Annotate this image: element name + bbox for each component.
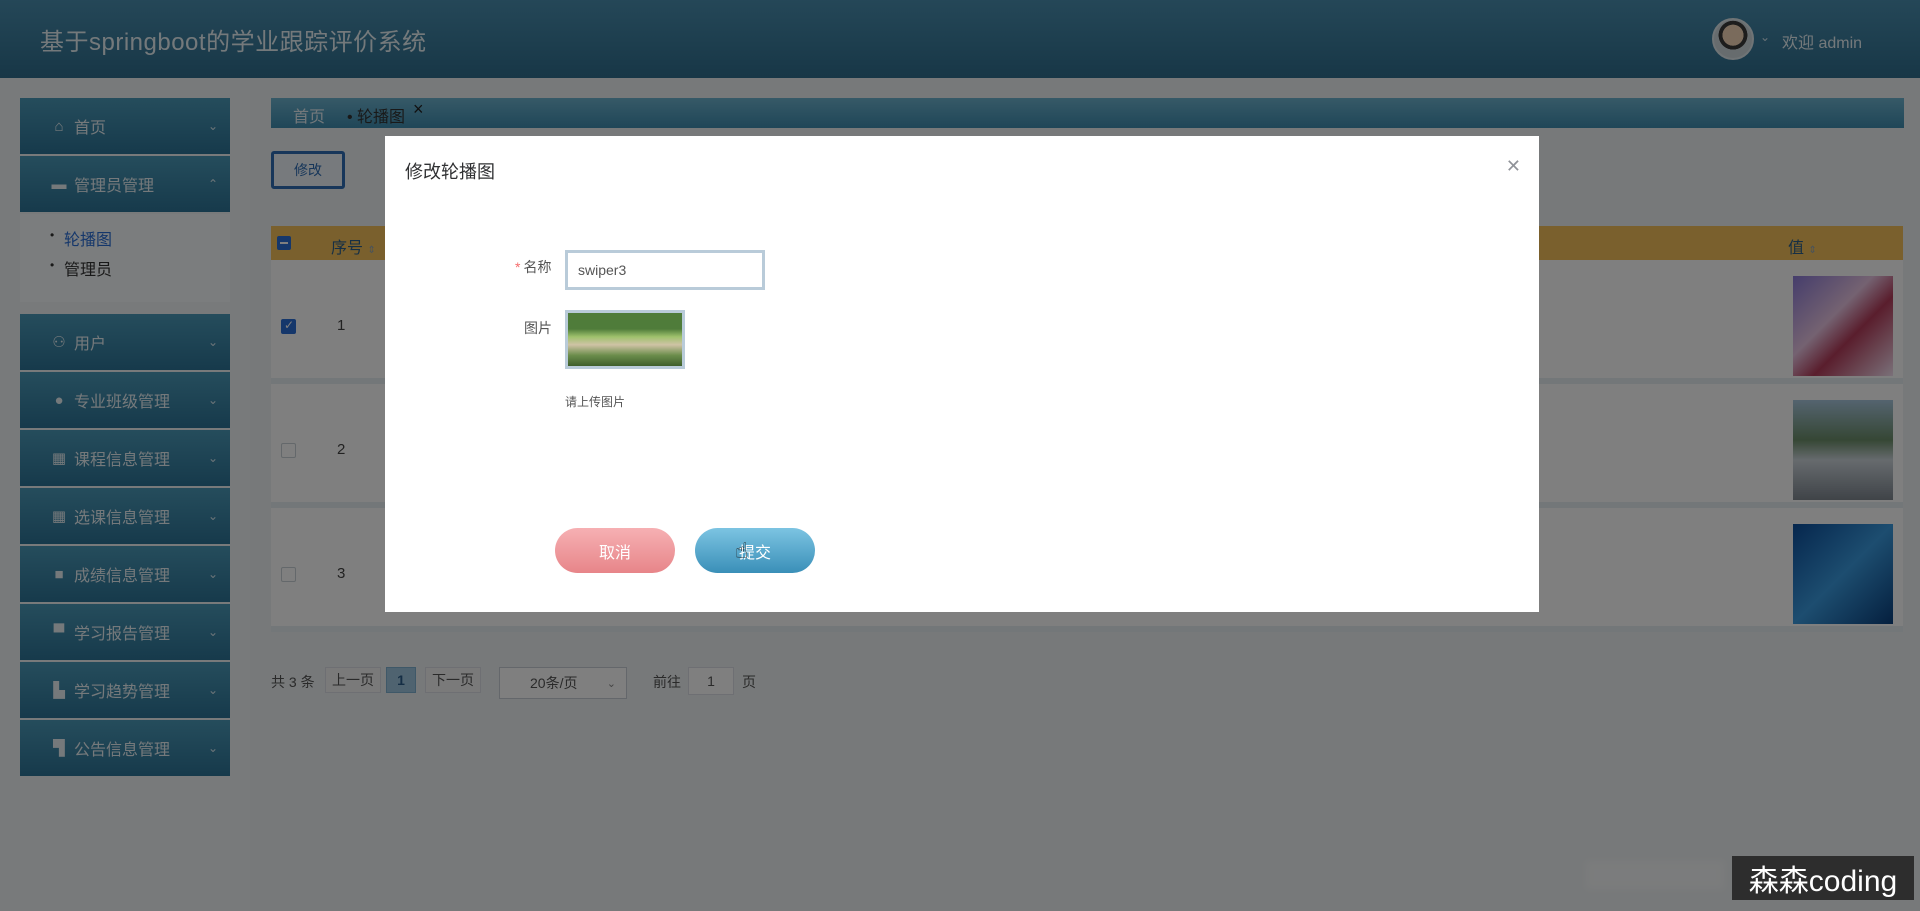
name-label-text: 名称 bbox=[523, 259, 552, 275]
required-mark: * bbox=[515, 259, 521, 275]
edit-carousel-dialog: 修改轮播图 ✕ *名称 图片 请上传图片 取消 提交 ☝ bbox=[385, 136, 1539, 612]
close-icon[interactable]: ✕ bbox=[1506, 156, 1521, 177]
picture-label: 图片 bbox=[524, 320, 552, 336]
name-label: * 名称 bbox=[515, 257, 551, 277]
upload-hint: 请上传图片 bbox=[565, 395, 626, 409]
name-input[interactable] bbox=[565, 250, 765, 290]
uploaded-image-preview[interactable] bbox=[565, 310, 685, 369]
submit-button[interactable]: 提交 bbox=[695, 528, 815, 573]
hand-cursor-icon: ☝ bbox=[735, 538, 749, 563]
cancel-button[interactable]: 取消 bbox=[555, 528, 675, 573]
dialog-title: 修改轮播图 bbox=[405, 162, 495, 182]
corner-watermark: 森森coding bbox=[1732, 856, 1914, 900]
